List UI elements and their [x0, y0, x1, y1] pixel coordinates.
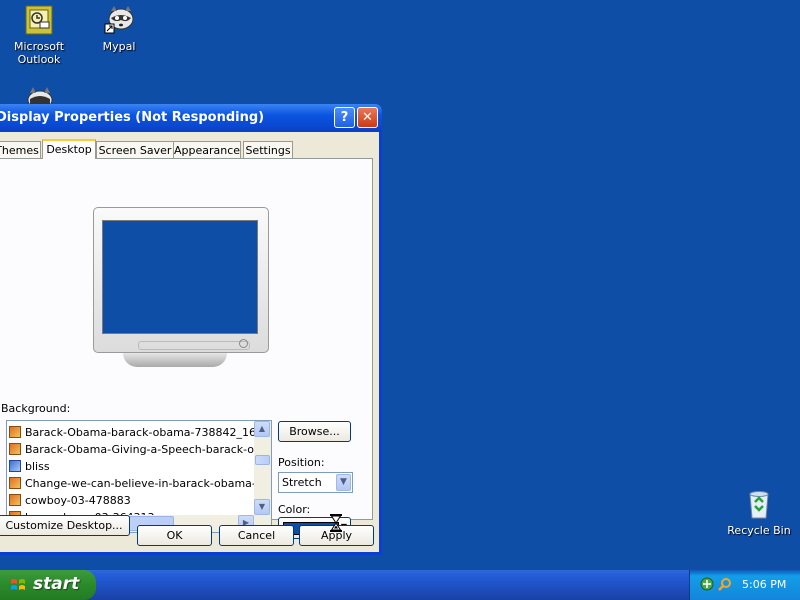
cancel-button[interactable]: Cancel [219, 525, 294, 546]
image-file-icon [9, 443, 21, 455]
monitor-stand [123, 353, 227, 367]
start-button[interactable]: start [0, 570, 96, 600]
image-file-icon [9, 460, 21, 472]
color-label: Color: [278, 503, 311, 516]
list-item-label: Barack-Obama-barack-obama-738842_1600_12 [25, 426, 272, 439]
tab-screen-saver[interactable]: Screen Saver [96, 141, 174, 158]
image-file-icon [9, 494, 21, 506]
desktop-tab-page: Background: Barack-Obama-barack-obama-73… [0, 158, 373, 539]
power-led-icon [239, 339, 248, 348]
start-label: start [33, 574, 80, 594]
monitor-preview [93, 207, 269, 367]
desktop-icon-label: Microsoft [13, 40, 65, 53]
tab-desktop[interactable]: Desktop [42, 139, 96, 159]
network-icon[interactable] [700, 577, 714, 591]
system-tray: 5:06 PM [689, 570, 800, 600]
tab-settings[interactable]: Settings [243, 141, 293, 158]
image-file-icon [9, 426, 21, 438]
list-item-label: Change-we-can-believe-in-barack-obama-27… [25, 477, 272, 490]
dialog-title: Display Properties (Not Responding) [0, 110, 265, 125]
vertical-scroll-thumb[interactable] [255, 455, 270, 465]
list-item[interactable]: Barack-Obama-barack-obama-738842_1600_12 [9, 424, 272, 441]
image-file-icon [9, 477, 21, 489]
customize-desktop-button[interactable]: Customize Desktop... [0, 515, 130, 536]
position-label: Position: [278, 456, 325, 469]
list-item[interactable]: Barack-Obama-Giving-a-Speech-barack-obam… [9, 441, 272, 458]
tab-appearance[interactable]: Appearance [173, 141, 241, 158]
desktop-icon-mypal[interactable]: Mypal [81, 4, 157, 53]
list-item-label: Barack-Obama-Giving-a-Speech-barack-obam… [25, 443, 272, 456]
taskbar: start 5:06 PM [0, 570, 800, 600]
title-bar[interactable]: Display Properties (Not Responding) ? ✕ [0, 104, 382, 132]
desktop-icon-label: Recycle Bin [727, 524, 791, 537]
scroll-up-icon[interactable]: ▲ [254, 421, 270, 437]
monitor-bezel-slot [138, 341, 250, 350]
list-item[interactable]: Change-we-can-believe-in-barack-obama-27… [9, 475, 272, 492]
list-item-label: cowboy-03-478883 [25, 494, 131, 507]
background-label: Background: [1, 402, 71, 415]
clock[interactable]: 5:06 PM [742, 578, 786, 591]
hourglass-cursor-icon [330, 514, 342, 532]
position-select[interactable]: Stretch ▼ [278, 472, 353, 493]
dialog-body: Themes Desktop Screen Saver Appearance S… [0, 132, 379, 552]
scroll-down-icon[interactable]: ▼ [254, 499, 270, 515]
desktop-icon-recycle-bin[interactable]: Recycle Bin [721, 488, 797, 537]
recycle-bin-icon [749, 491, 769, 519]
browse-button[interactable]: Browse... [278, 421, 351, 442]
help-button[interactable]: ? [334, 107, 355, 128]
desktop-icon-outlook[interactable]: Microsoft Outlook [1, 4, 77, 66]
chevron-down-icon[interactable]: ▼ [336, 474, 351, 491]
search-icon[interactable] [718, 577, 732, 591]
list-item[interactable]: cowboy-03-478883 [9, 492, 131, 509]
desktop-icon-label: Outlook [17, 53, 61, 66]
list-item-label: bliss [25, 460, 50, 473]
desktop-icon-label: Mypal [102, 40, 136, 53]
raccoon-icon [104, 6, 134, 34]
ok-button[interactable]: OK [137, 525, 212, 546]
list-item[interactable]: bliss [9, 458, 50, 475]
tab-themes[interactable]: Themes [0, 141, 41, 158]
monitor-bezel [93, 207, 269, 353]
position-value: Stretch [282, 476, 322, 489]
raccoon-icon[interactable] [24, 84, 56, 106]
close-button[interactable]: ✕ [357, 107, 378, 128]
preview-screen [102, 220, 258, 334]
outlook-icon [25, 5, 53, 35]
display-properties-dialog: Display Properties (Not Responding) ? ✕ … [0, 104, 382, 555]
windows-flag-icon [11, 579, 25, 590]
vertical-scrollbar[interactable]: ▲ ▼ [254, 421, 271, 515]
